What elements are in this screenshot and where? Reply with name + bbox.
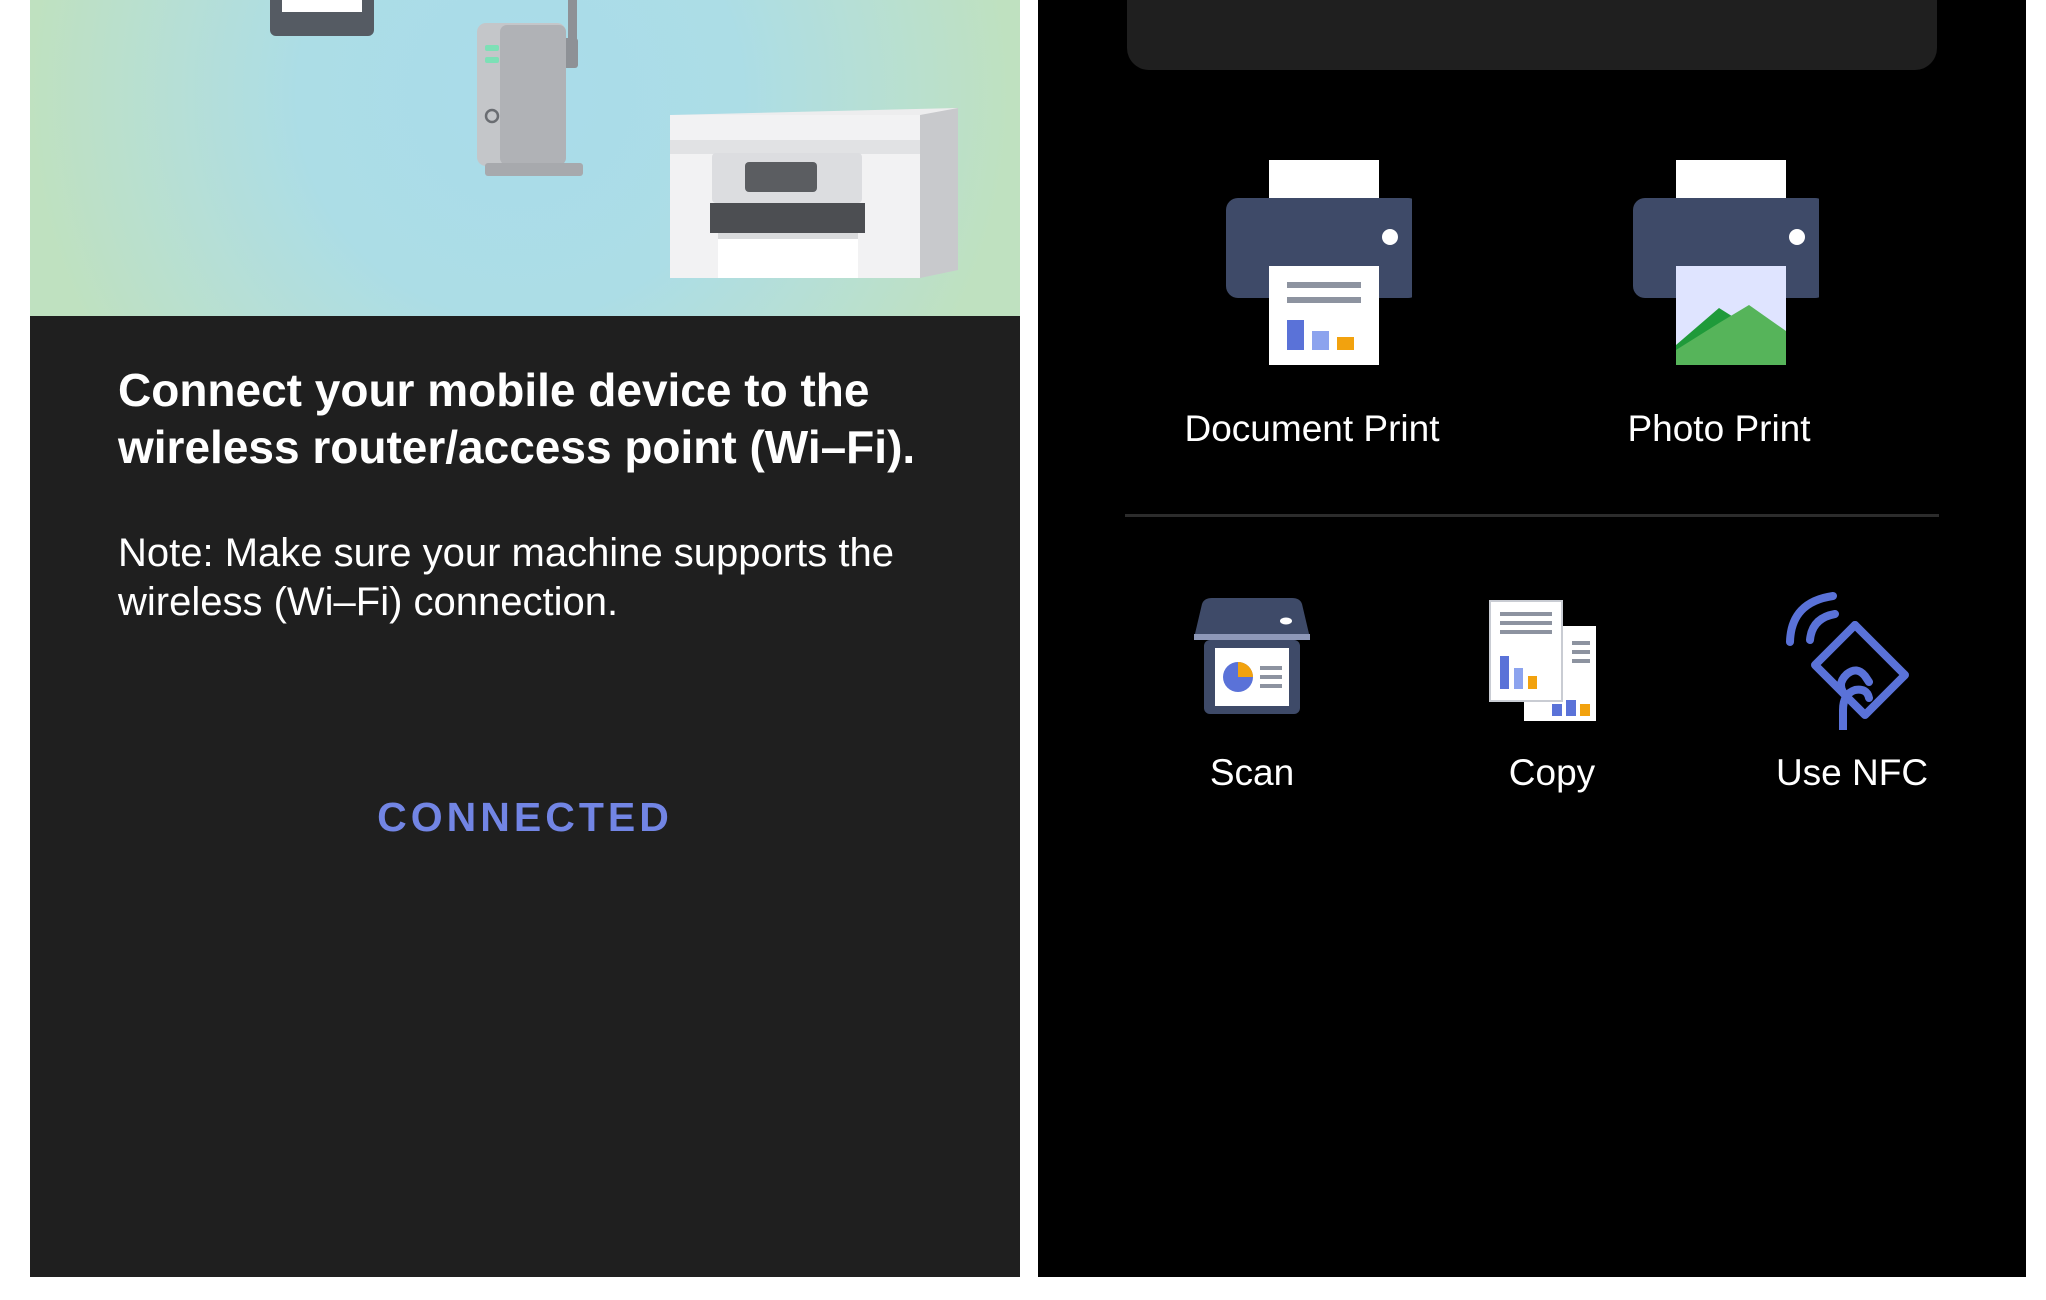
scan-button[interactable]: Scan bbox=[1127, 596, 1377, 806]
setup-note: Note: Make sure your machine supports th… bbox=[118, 531, 894, 624]
router-printer-illustration bbox=[30, 0, 1020, 316]
copy-icon bbox=[1489, 600, 1596, 721]
copy-button[interactable]: Copy bbox=[1427, 596, 1677, 806]
wifi-setup-illustration bbox=[30, 0, 1020, 316]
use-nfc-label: Use NFC bbox=[1775, 752, 1929, 793]
use-nfc-button[interactable]: Use NFC bbox=[1727, 592, 1977, 806]
phone-icon bbox=[270, 0, 374, 36]
menu-divider bbox=[1125, 514, 1939, 517]
document-print-label: Document Print bbox=[1184, 408, 1440, 449]
document-print-icon bbox=[1226, 160, 1412, 365]
connected-button[interactable]: CONNECTED bbox=[298, 782, 752, 852]
nfc-icon bbox=[1786, 592, 1909, 730]
scan-label: Scan bbox=[1209, 752, 1295, 793]
printer-illustration-icon bbox=[670, 108, 958, 278]
wifi-setup-screen: Connect your mobile device to the wirele… bbox=[30, 0, 1020, 1277]
function-menu-screen: Document Print Photo Print Scan Copy Use… bbox=[1038, 0, 2026, 1277]
copy-label: Copy bbox=[1508, 752, 1596, 793]
photo-print-icon bbox=[1633, 160, 1819, 365]
photo-print-label: Photo Print bbox=[1627, 408, 1811, 449]
photo-print-button[interactable]: Photo Print bbox=[1569, 155, 1869, 465]
document-print-button[interactable]: Document Print bbox=[1162, 155, 1462, 465]
top-status-card bbox=[1127, 0, 1937, 70]
scan-icon bbox=[1194, 598, 1310, 714]
setup-heading: Connect your mobile device to the wirele… bbox=[118, 364, 916, 473]
